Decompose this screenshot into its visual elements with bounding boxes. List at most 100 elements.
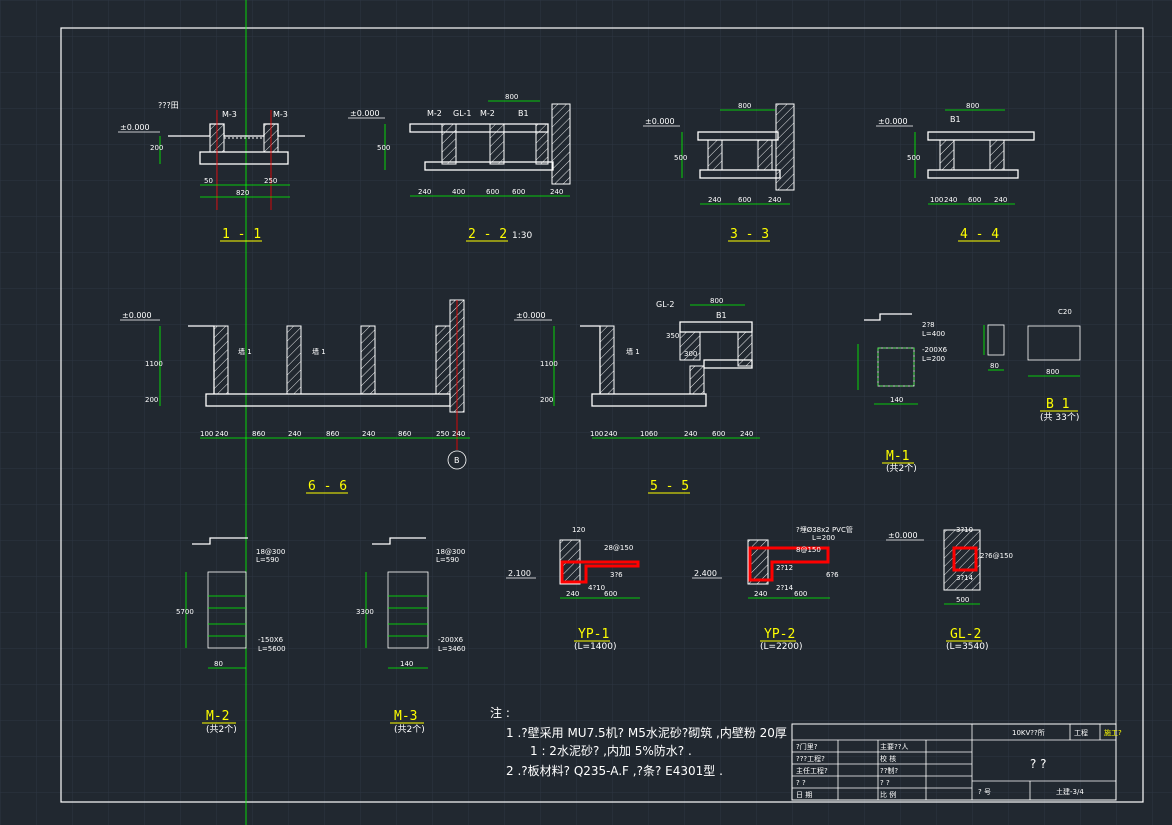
label-m2: M-2 (427, 109, 442, 118)
elev-0-s11: ±0.000 (120, 123, 150, 132)
svg-text:100: 100 (590, 430, 603, 438)
svg-text:860: 860 (326, 430, 339, 438)
svg-text:600: 600 (968, 196, 981, 204)
notes-line-1: 1 .?壁采用 MU7.5机? M5水泥砂?砌筑 ,内壁粉 20厚 (506, 725, 787, 740)
svg-text:L=590: L=590 (436, 556, 459, 564)
svg-text:比 例: 比 例 (880, 790, 896, 799)
svg-text:600: 600 (712, 430, 725, 438)
elev-2100: 2.100 (508, 569, 531, 578)
svg-text:B: B (454, 456, 460, 465)
model-grid (0, 0, 1172, 825)
svg-text:18@300: 18@300 (256, 548, 285, 556)
svg-text:? ?: ? ? (796, 779, 806, 787)
tb-number: 土建-3/4 (1056, 787, 1084, 796)
svg-text:3300: 3300 (356, 608, 374, 616)
svg-text:240: 240 (604, 430, 617, 438)
svg-text:50: 50 (204, 177, 213, 185)
cad-drawing-canvas[interactable]: ???田 M-3 M-3 ±0.000 200 50 250 820 1 - 1… (0, 0, 1172, 825)
label-gl2: GL-2 (656, 300, 675, 309)
svg-text:800: 800 (1046, 368, 1059, 376)
svg-text:L=5600: L=5600 (258, 645, 286, 653)
svg-text:28@150: 28@150 (604, 544, 633, 552)
svg-text:80: 80 (214, 660, 223, 668)
svg-text:2?8: 2?8 (922, 321, 935, 329)
title-m-2: M-2 (206, 709, 229, 724)
svg-text:日 期: 日 期 (796, 791, 812, 799)
svg-text:860: 860 (252, 430, 265, 438)
svg-text:L=400: L=400 (922, 330, 945, 338)
svg-text:3?6: 3?6 (610, 571, 623, 579)
svg-text:-200X6: -200X6 (438, 636, 464, 644)
title-section-3-3: 3 - 3 (730, 227, 769, 242)
svg-text:100: 100 (200, 430, 213, 438)
label-gl1: GL-1 (453, 109, 472, 118)
svg-text:墙 1: 墙 1 (238, 347, 252, 356)
sub-m-3: (共2个) (394, 724, 425, 735)
svg-text:3?10: 3?10 (956, 526, 973, 534)
elev-2400: 2.400 (694, 569, 717, 578)
svg-text:4?10: 4?10 (588, 584, 605, 592)
sub-yp-2: (L=2200) (760, 642, 802, 652)
svg-text:240: 240 (754, 590, 767, 598)
title-gl-2: GL-2 (950, 627, 981, 642)
tb-stage-value: 施工? (1104, 728, 1122, 737)
svg-text:240: 240 (288, 430, 301, 438)
title-yp-2: YP-2 (764, 627, 795, 642)
svg-text:L=200: L=200 (812, 534, 835, 542)
svg-text:?埋Ø38x2 PVC管: ?埋Ø38x2 PVC管 (796, 525, 853, 534)
svg-text:? ?: ? ? (880, 779, 890, 787)
svg-text:1060: 1060 (640, 430, 658, 438)
notes-line-3: 2 .?板材料? Q235-A.F ,?条? E4301型 . (506, 764, 723, 778)
title-m-1: M-1 (886, 449, 909, 464)
svg-text:8@150: 8@150 (796, 546, 821, 554)
svg-text:140: 140 (890, 396, 903, 404)
sub-gl-2: (L=3540) (946, 642, 988, 652)
svg-text:2?14: 2?14 (776, 584, 794, 592)
svg-text:240: 240 (418, 188, 431, 196)
svg-text:6?6: 6?6 (826, 571, 839, 579)
elev-0-s44: ±0.000 (878, 117, 908, 126)
svg-text:200: 200 (150, 144, 163, 152)
tb-stage: 工程 (1074, 728, 1088, 737)
svg-text:L=3460: L=3460 (438, 645, 466, 653)
sub-b1: (共 33个) (1040, 412, 1079, 423)
svg-text:300: 300 (684, 350, 697, 358)
notes-head: 注 : (490, 705, 510, 720)
label-b1-s44: B1 (950, 115, 961, 124)
svg-text:1100: 1100 (540, 360, 558, 368)
svg-text:3?14: 3?14 (956, 574, 974, 582)
svg-text:240: 240 (740, 430, 753, 438)
label-m3-b: M-3 (273, 110, 288, 119)
svg-text:500: 500 (907, 154, 920, 162)
elev-0-s55: ±0.000 (516, 311, 546, 320)
sub-yp-1: (L=1400) (574, 642, 616, 652)
title-section-1-1: 1 - 1 (222, 227, 261, 242)
svg-text:120: 120 (572, 526, 585, 534)
elev-0-s33: ±0.000 (645, 117, 675, 126)
label-b1-s55: B1 (716, 311, 727, 320)
svg-text:820: 820 (236, 189, 249, 197)
notes-line-2: 1 : 2水泥砂? ,内加 5%防水? . (530, 743, 692, 758)
svg-text:250: 250 (436, 430, 449, 438)
label-b1-s22: B1 (518, 109, 529, 118)
title-yp-1: YP-1 (578, 627, 609, 642)
svg-text:600: 600 (738, 196, 751, 204)
svg-text:240: 240 (944, 196, 957, 204)
svg-text:500: 500 (377, 144, 390, 152)
svg-text:500: 500 (956, 596, 969, 604)
svg-text:?门里?: ?门里? (796, 742, 818, 751)
svg-text:-200X6: -200X6 (922, 346, 948, 354)
svg-text:350: 350 (666, 332, 679, 340)
svg-text:240: 240 (550, 188, 563, 196)
svg-text:800: 800 (710, 297, 723, 305)
svg-text:860: 860 (398, 430, 411, 438)
svg-text:2?12: 2?12 (776, 564, 793, 572)
svg-text:800: 800 (505, 93, 518, 101)
svg-text:5700: 5700 (176, 608, 194, 616)
title-section-5-5: 5 - 5 (650, 479, 689, 494)
svg-text:240: 240 (994, 196, 1007, 204)
svg-text:800: 800 (966, 102, 979, 110)
sub-m-2: (共2个) (206, 724, 237, 735)
svg-text:18@300: 18@300 (436, 548, 465, 556)
title-section-6-6: 6 - 6 (308, 479, 347, 494)
